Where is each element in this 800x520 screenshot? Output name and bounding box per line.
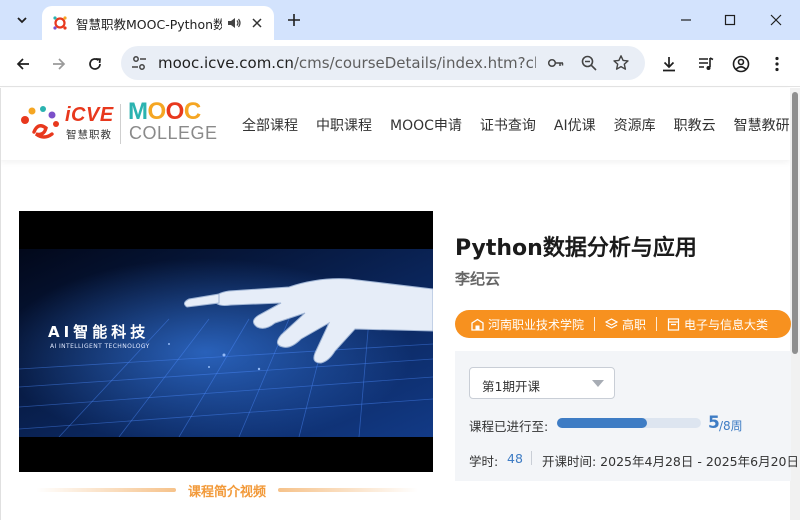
video-overlay-title: AI智能科技 [48, 323, 150, 341]
progress-label: 课程已进行至: [469, 419, 549, 434]
url-text[interactable]: mooc.icve.com.cn/cms/courseDetails/index… [158, 54, 536, 72]
course-tags-bar: 河南职业技术学院 高职 电子与信息大类 [455, 310, 791, 338]
nav-mooc-apply[interactable]: MOOC申请 [390, 115, 462, 135]
scrollbar-thumb[interactable] [792, 92, 798, 354]
maximize-icon [724, 14, 736, 26]
browser-menu-button[interactable] [763, 50, 791, 78]
icve-favicon-icon [53, 16, 67, 30]
forward-button[interactable] [45, 50, 73, 78]
profile-icon [732, 55, 750, 73]
url-host: mooc.icve.com.cn [158, 54, 294, 72]
downloads-button[interactable] [655, 50, 683, 78]
forward-icon [53, 58, 66, 70]
nav-zhijiaoyun[interactable]: 职教云 [674, 115, 716, 135]
site-header: iCVE 智慧职教 MOOC COLLEGE 全部课程 中职课程 MOOC申请 … [0, 88, 790, 160]
profile-button[interactable] [727, 50, 755, 78]
icve-wordmark: iCVE [65, 104, 114, 126]
close-icon [770, 14, 782, 26]
minimize-button[interactable] [672, 6, 700, 34]
book-icon [667, 317, 680, 331]
progress-fill [557, 418, 647, 428]
mooc-wordmark: MOOC [128, 98, 201, 126]
term-select-value: 第1期开课 [482, 379, 540, 394]
layers-icon [605, 317, 619, 329]
school-icon [471, 318, 484, 331]
nav-secondary-courses[interactable]: 中职课程 [316, 115, 372, 135]
mooc-letter: O [165, 98, 185, 125]
back-icon [16, 58, 29, 70]
close-icon [252, 18, 262, 28]
address-bar[interactable]: mooc.icve.com.cn/cms/courseDetails/index… [121, 46, 645, 80]
course-period: 开课时间: 2025年4月28日 - 2025年6月20日 [542, 454, 799, 469]
new-tab-button[interactable] [282, 8, 306, 32]
caret-down-icon [592, 380, 604, 387]
course-intro-video[interactable]: AI智能科技 AI INTELLIGENT TECHNOLOGY [19, 211, 433, 472]
zoom-icon[interactable] [580, 54, 598, 72]
logo-divider [120, 104, 121, 144]
caption-line-left [35, 488, 176, 492]
tag-level[interactable]: 高职 [605, 316, 646, 333]
reload-button[interactable] [81, 50, 109, 78]
tab-strip: 智慧职教MOOC-Python数据分析与应用 [0, 0, 800, 40]
tab-close-button[interactable] [248, 14, 266, 32]
nav-resource-library[interactable]: 资源库 [614, 115, 656, 135]
video-overlay-subtitle: AI INTELLIGENT TECHNOLOGY [50, 343, 150, 350]
tab-title: 智慧职教MOOC-Python数据分析与应用 [76, 16, 222, 32]
chevron-down-icon [17, 17, 27, 24]
college-wordmark: COLLEGE [129, 123, 218, 143]
password-key-icon[interactable] [547, 54, 565, 72]
tab-search-button[interactable] [8, 6, 36, 34]
video-caption: 课程简介视频 [22, 480, 432, 500]
mooc-letter: C [183, 98, 201, 125]
course-teacher[interactable]: 李纪云 [455, 268, 500, 289]
tag-category[interactable]: 电子与信息大类 [667, 316, 768, 333]
media-control-button[interactable] [692, 50, 720, 78]
tag-separator [656, 317, 658, 331]
info-separator [531, 451, 532, 465]
browser-tab-active[interactable]: 智慧职教MOOC-Python数据分析与应用 [42, 6, 274, 40]
nav-certificate-query[interactable]: 证书查询 [480, 115, 536, 135]
viewport-edge [0, 88, 1, 520]
maximize-button[interactable] [716, 6, 744, 34]
mooc-college-logo[interactable]: MOOC COLLEGE [128, 98, 218, 148]
mooc-letter: M [128, 98, 148, 125]
icve-subtitle: 智慧职教 [66, 129, 112, 141]
media-icon [699, 57, 714, 70]
caption-line-right [278, 488, 418, 492]
back-button[interactable] [9, 50, 37, 78]
tag-level-label: 高职 [622, 317, 647, 332]
speaker-icon[interactable] [226, 15, 242, 31]
tag-school[interactable]: 河南职业技术学院 [471, 316, 584, 333]
browser-toolbar: mooc.icve.com.cn/cms/courseDetails/index… [0, 40, 800, 87]
nav-ai-courses[interactable]: AI优课 [554, 115, 596, 135]
nav-all-courses[interactable]: 全部课程 [242, 115, 298, 135]
reload-icon [89, 58, 101, 70]
icve-logo[interactable]: iCVE 智慧职教 [18, 102, 118, 146]
plus-icon [288, 14, 300, 26]
mooc-letter: O [147, 98, 167, 125]
url-path: /cms/courseDetails/index.htm?classI... [293, 54, 536, 72]
hours-value: 48 [507, 451, 523, 466]
site-info-icon[interactable] [130, 54, 148, 72]
tag-school-label: 河南职业技术学院 [488, 317, 585, 332]
tag-separator [594, 317, 596, 331]
download-icon [663, 57, 675, 72]
icve-emblem-icon [21, 106, 59, 139]
progress-track [557, 418, 701, 428]
tag-category-label: 电子与信息大类 [684, 317, 769, 332]
nav-smart-teaching[interactable]: 智慧教研 [734, 115, 790, 135]
course-title: Python数据分析与应用 [455, 236, 697, 261]
window-close-button[interactable] [762, 6, 790, 34]
term-select[interactable]: 第1期开课 [469, 367, 615, 399]
hours-label: 学时: [469, 454, 499, 469]
minimize-icon [681, 19, 691, 21]
star-icon[interactable] [612, 54, 630, 72]
progress-total-weeks: /8周 [719, 419, 743, 433]
more-icon [775, 56, 779, 72]
course-info-panel: 第1期开课 课程已进行至: 5 /8周 学时: 48 开课时间: 2025年4月… [455, 351, 799, 481]
video-caption-text: 课程简介视频 [187, 484, 266, 500]
main-nav: 全部课程 中职课程 MOOC申请 证书查询 AI优课 资源库 职教云 智慧教研 [242, 115, 800, 135]
